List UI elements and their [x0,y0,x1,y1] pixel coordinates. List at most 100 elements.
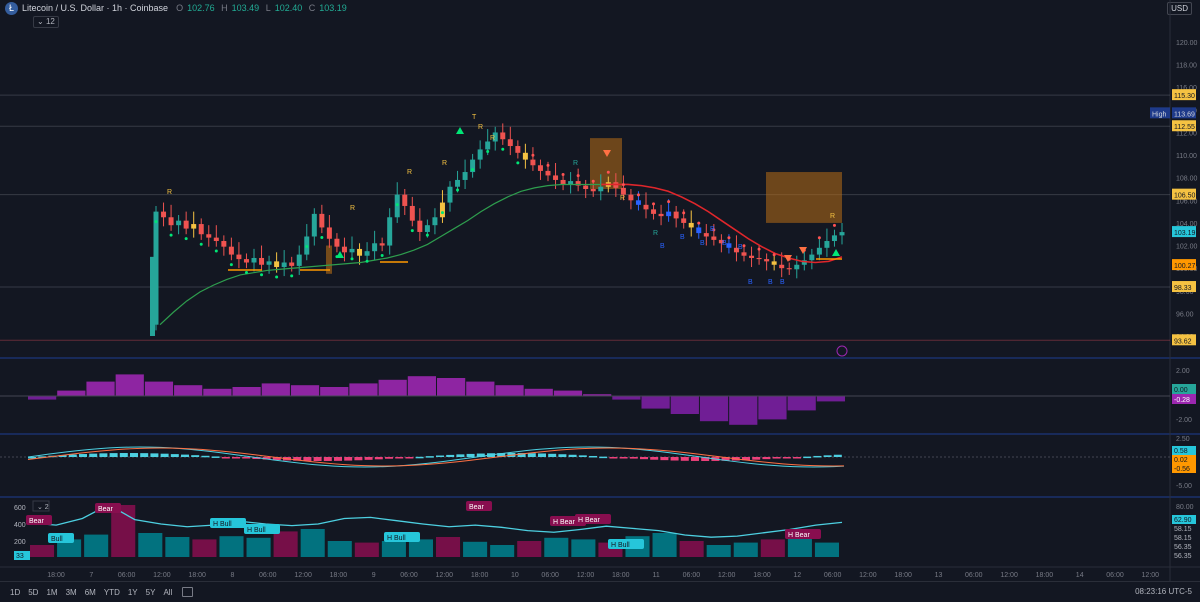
macd-hist-bar [641,396,670,409]
osc-hist-bar [558,454,567,457]
time-axis-label: 06:00 [1106,572,1124,579]
volume-bar [544,537,569,557]
trend-dot [832,223,836,227]
divergence-tag-text: H Bear [578,517,600,524]
volume-bar [787,537,812,557]
trend-dot [621,183,625,187]
macd-hist-bar [407,376,436,396]
signal-r-marker: R [167,189,172,196]
volume-bar [408,539,433,557]
candle-body [628,194,634,201]
vol-left-tick: 200 [14,539,26,546]
candle-body [439,202,445,218]
osc-hist-bar [323,457,332,461]
time-axis-label: 12:00 [718,572,736,579]
time-axis-label: 12:00 [436,572,454,579]
vol-label-text: 56.35 [1174,553,1192,560]
divergence-tag-text: Bull [51,536,63,543]
timeframe-ytd[interactable]: YTD [104,588,120,597]
price-label-text: 98.33 [1174,285,1192,292]
signal-t-marker: T [472,114,477,121]
volume-bar [192,539,217,557]
trend-dot [320,235,324,239]
bottom-toolbar: 1D 5D 1M 3M 6M YTD 1Y 5Y All 08:23:16 UT… [0,581,1200,602]
candle-body [771,261,777,265]
candle-body [658,213,664,217]
candle-body [236,254,242,260]
candle-body [809,254,815,261]
osc-hist-bar [466,453,475,457]
timeframe-6m[interactable]: 6M [85,588,96,597]
price-label-text: 106.50 [1174,193,1196,200]
osc-hist-bar [548,453,557,457]
volume-bar [463,541,488,557]
time-axis-label: 9 [372,572,376,579]
trend-dot [531,153,535,157]
price-label-text: 93.62 [1174,338,1192,345]
trend-dot [772,253,776,257]
divergence-tag-text: Bear [98,506,113,513]
candle-body [387,217,393,246]
time-axis-label: 13 [935,572,943,579]
volume-bar [760,539,785,557]
volume-bar [84,534,109,557]
divergence-tag-text: H Bear [788,532,810,539]
volume-bar [706,545,731,557]
volume-bar [436,537,461,557]
candle-body [183,220,189,229]
trend-dot [260,273,264,277]
time-axis-label: 18:00 [188,572,206,579]
candle-body [831,235,837,242]
signal-b-marker: B [738,244,743,251]
volume-bar [300,529,325,557]
candle-body [251,257,257,263]
trend-dot [440,211,444,215]
osc-hist-bar [813,455,822,458]
candle-body [477,149,483,160]
osc-hist-bar [385,457,393,459]
time-axis-label: 18:00 [330,572,348,579]
signal-b-marker: B [780,279,785,286]
chart-canvas[interactable]: 120.00118.00116.00114.00112.00110.00108.… [0,0,1200,581]
candle-body [334,238,340,247]
candle-body [756,257,762,260]
candle-body [643,204,649,210]
macd-hist-bar [144,381,174,396]
trend-dot [606,170,610,174]
timeframe-3m[interactable]: 3M [66,588,77,597]
volume-bar [219,536,244,557]
price-tick-label: 112.00 [1176,130,1197,137]
timeframe-all[interactable]: All [163,588,172,597]
timeframe-1y[interactable]: 1Y [128,588,138,597]
candle-body [447,186,453,203]
timeframe-5d[interactable]: 5D [28,588,38,597]
osc-hist-bar [823,455,832,457]
time-axis-label: 06:00 [400,572,418,579]
divergence-tag-text: H Bear [553,519,575,526]
trend-dot [682,211,686,215]
osc-hist-bar [191,455,200,457]
timeframe-1m[interactable]: 1M [46,588,57,597]
candle-body [372,243,378,252]
vol-label-text: 62.90 [1174,517,1192,524]
calendar-icon[interactable] [182,587,194,597]
trend-dot [305,244,309,248]
timeframe-5y[interactable]: 5Y [146,588,156,597]
candle-body [726,243,732,248]
osc-hist-bar [99,453,108,457]
osc-hist-bar [109,453,118,457]
candle-body [553,175,559,180]
timeframe-1d[interactable]: 1D [10,588,20,597]
divergence-tag-text: H Bull [387,535,406,542]
clock-readout: 08:23:16 UTC-5 [1135,587,1192,596]
trend-dot [410,229,414,233]
candle-body [651,209,657,214]
macd-hist-bar [553,390,583,396]
candle-body [357,248,363,256]
triangle-down-marker [799,247,807,254]
candle-body [379,243,385,246]
osc-hist-bar [181,454,189,457]
candle-body [326,227,332,239]
candle-body [191,224,197,229]
trend-dot [471,168,475,172]
